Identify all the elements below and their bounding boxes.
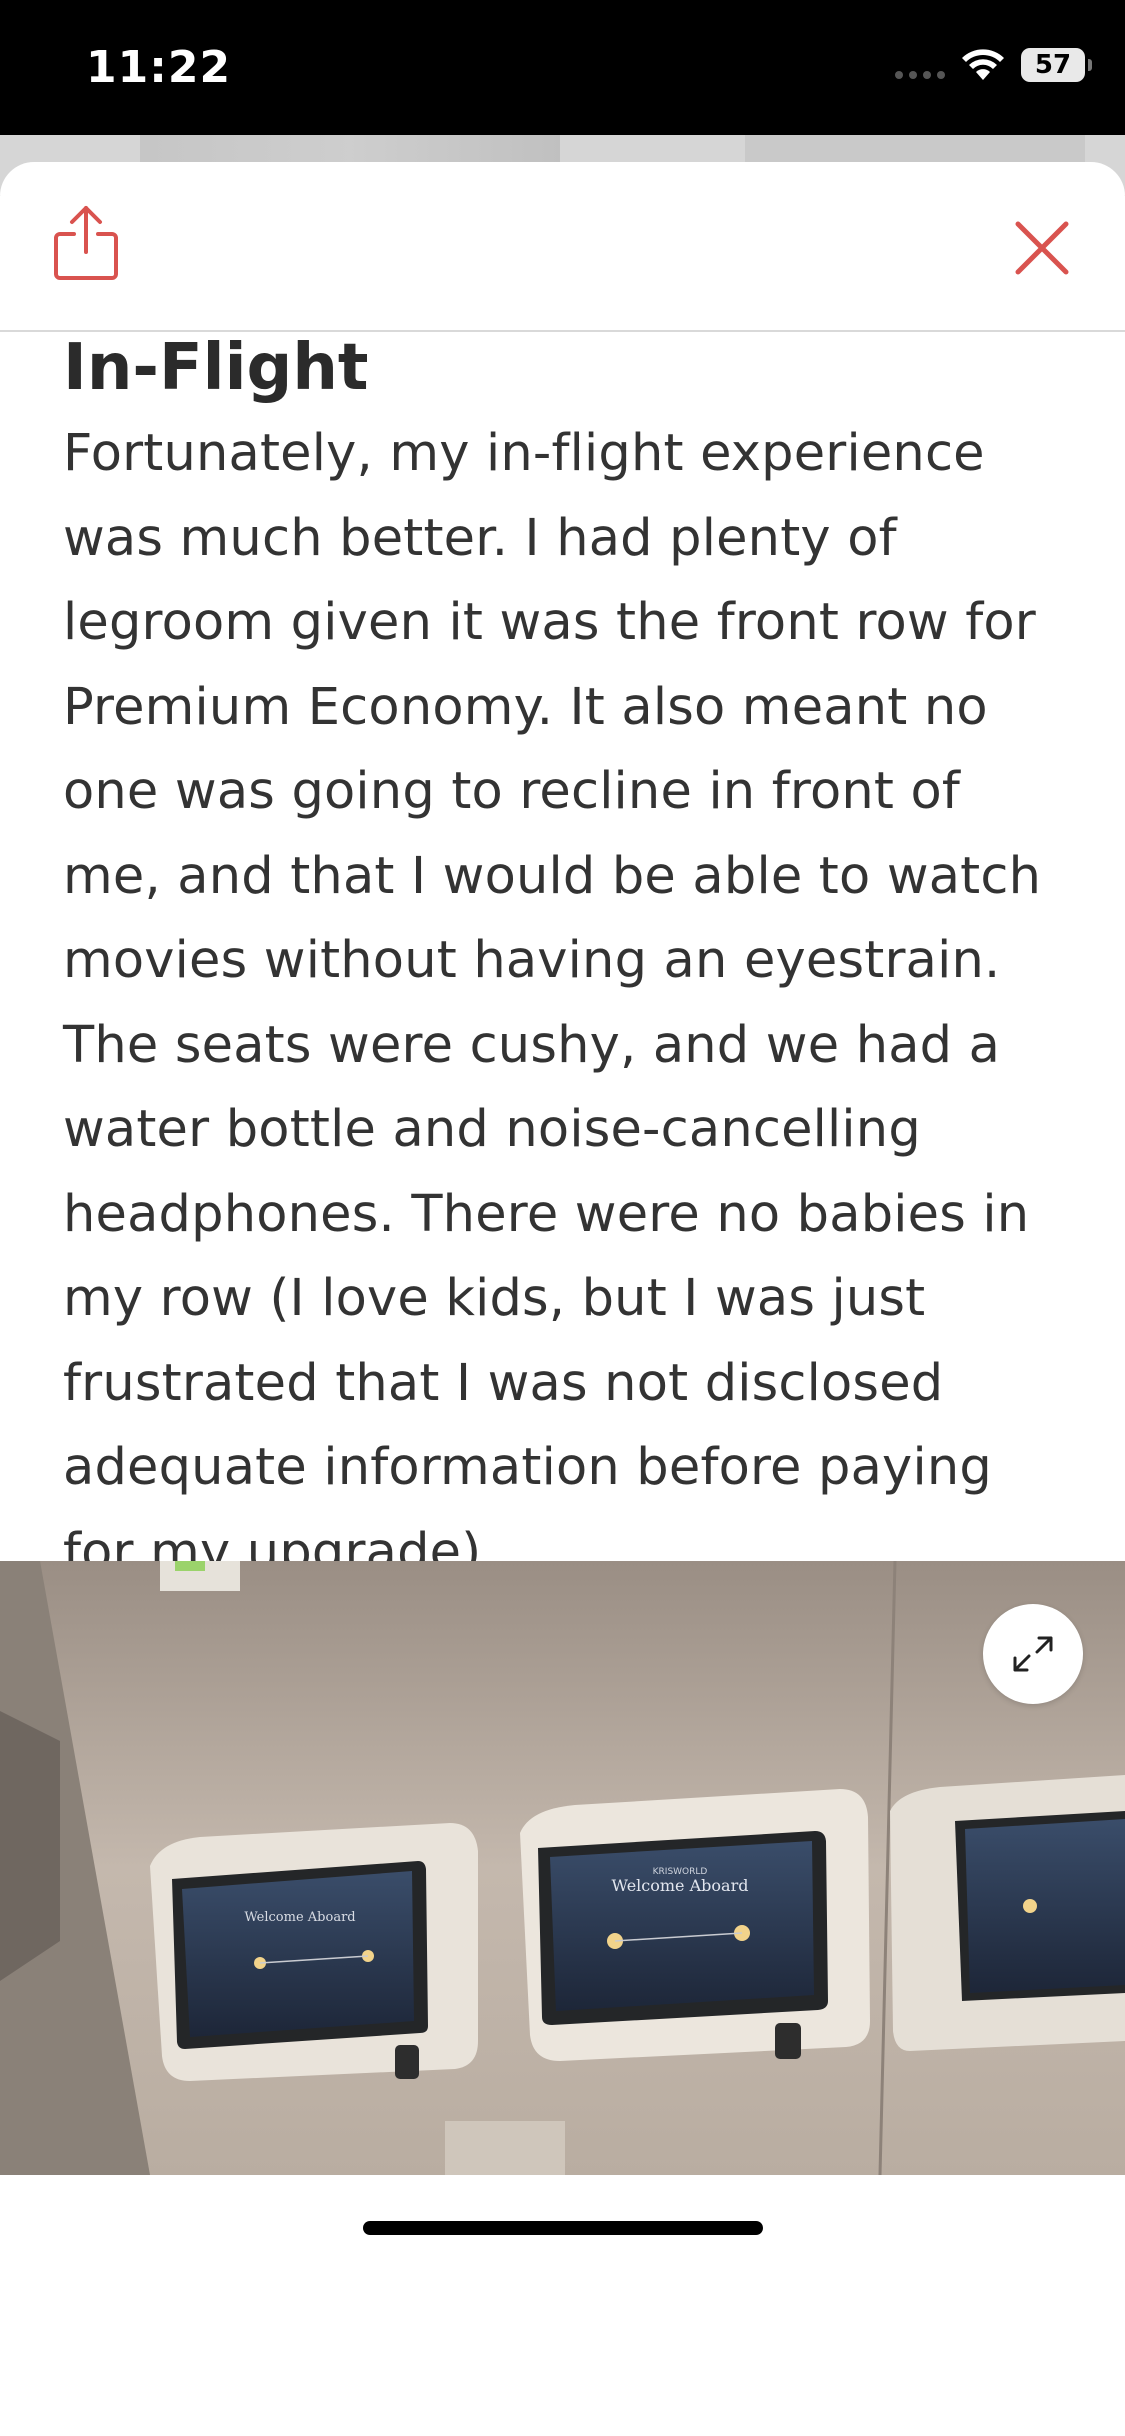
- cabin-photo: Welcome Aboard Welcome Aboard KRISWORLD: [0, 1561, 1125, 2175]
- status-bar: 11:22 57: [0, 0, 1125, 135]
- section-heading: In-Flight: [63, 331, 369, 405]
- screen-welcome-text-2: Welcome Aboard: [612, 1876, 749, 1895]
- close-icon[interactable]: [1012, 218, 1072, 278]
- home-indicator[interactable]: [363, 2221, 763, 2235]
- expand-photo-button[interactable]: [983, 1604, 1083, 1704]
- screen-brand-text: KRISWORLD: [653, 1867, 708, 1877]
- screen-welcome-text-1: Welcome Aboard: [244, 1910, 355, 1925]
- status-icons: 57: [895, 48, 1092, 82]
- article-paragraph: Fortunately, my in-flight experience was…: [63, 424, 1042, 1582]
- signal-icon: [895, 51, 945, 79]
- sheet-toolbar: [0, 162, 1125, 332]
- status-time: 11:22: [86, 42, 232, 93]
- share-icon[interactable]: [50, 202, 122, 282]
- home-indicator-area: [0, 2175, 1125, 2436]
- wifi-icon: [962, 49, 1004, 80]
- article-photo[interactable]: Welcome Aboard Welcome Aboard KRISWORLD: [0, 1561, 1125, 2175]
- article-content: In-Flight Fortunately, my in-flight expe…: [63, 330, 1073, 1595]
- expand-icon: [1013, 1636, 1053, 1672]
- battery-icon: 57: [1021, 48, 1092, 82]
- battery-level: 57: [1034, 50, 1072, 80]
- background-map: [140, 135, 560, 165]
